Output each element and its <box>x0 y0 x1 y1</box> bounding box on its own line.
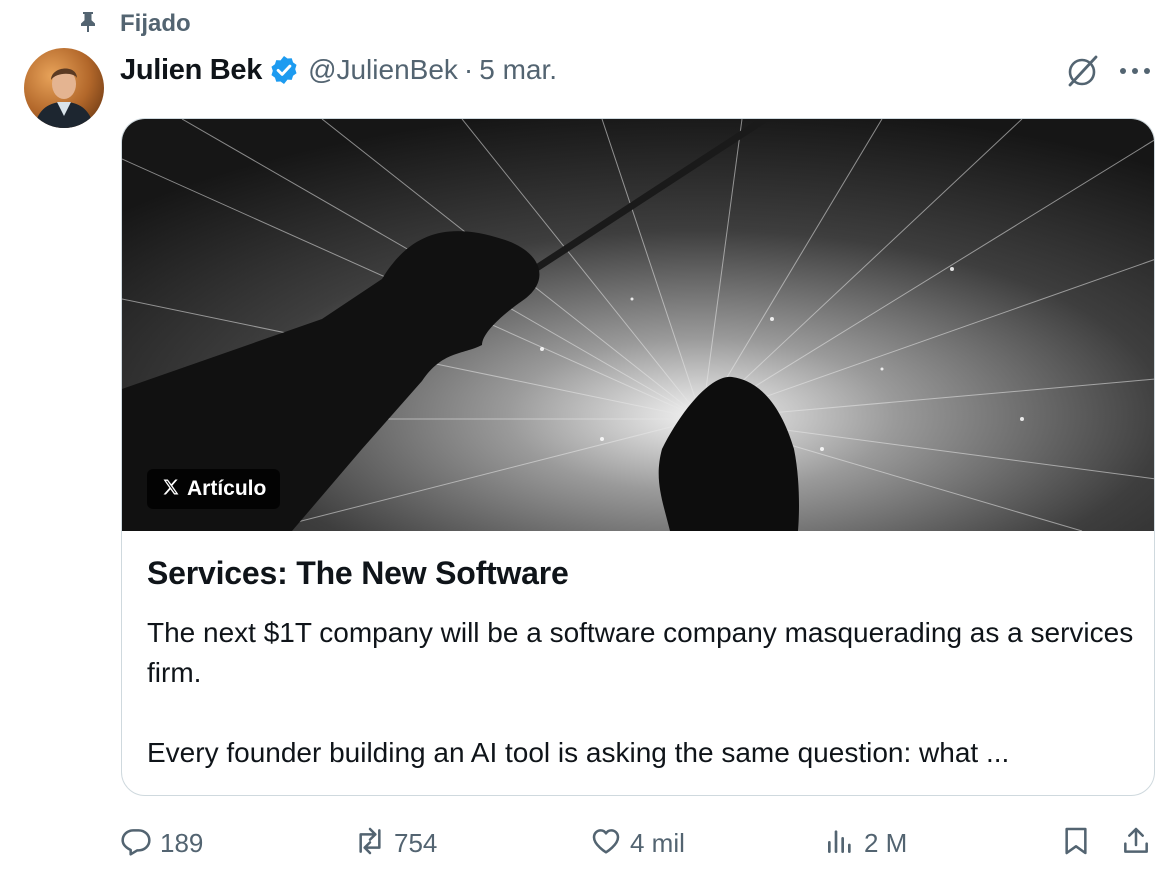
views-chart-icon <box>824 825 856 862</box>
verified-badge-icon[interactable] <box>268 54 300 86</box>
like-count: 4 mil <box>630 827 685 858</box>
article-badge: Artículo <box>147 469 281 509</box>
repost-button[interactable]: 754 <box>354 820 437 866</box>
reply-icon <box>120 825 152 862</box>
tweet-header: Julien Bek @JulienBek · 5 mar. <box>120 50 557 90</box>
share-icon <box>1120 825 1152 862</box>
repost-count: 754 <box>394 827 438 858</box>
like-button[interactable]: 4 mil <box>590 820 685 866</box>
article-excerpt-line: Every founder building an AI tool is ask… <box>147 737 1010 768</box>
article-excerpt-line: The next $1T company will be a software … <box>147 617 1134 688</box>
pinned-label: Fijado <box>120 10 191 37</box>
bookmark-button[interactable] <box>1060 820 1092 866</box>
tweet-action-bar: 189 754 4 mil 2 M <box>0 820 1172 866</box>
article-excerpt: The next $1T company will be a software … <box>147 613 1137 773</box>
views-count: 2 M <box>864 827 908 858</box>
bookmark-icon <box>1060 825 1092 862</box>
article-title[interactable]: Services: The New Software <box>147 555 569 592</box>
repost-icon <box>354 825 386 862</box>
pin-icon <box>76 10 100 39</box>
article-card[interactable]: Artículo Services: The New Software The … <box>121 118 1155 796</box>
author-display-name[interactable]: Julien Bek <box>120 54 262 87</box>
avatar[interactable] <box>24 48 104 128</box>
pinned-indicator <box>76 8 100 40</box>
views-button[interactable]: 2 M <box>824 820 907 866</box>
more-options-icon[interactable] <box>1118 56 1152 86</box>
article-badge-label: Artículo <box>187 477 267 500</box>
x-logo-icon <box>161 477 187 502</box>
author-handle[interactable]: @JulienBek <box>308 54 458 86</box>
reply-count: 189 <box>160 827 204 858</box>
tweet-timestamp[interactable]: 5 mar. <box>479 54 557 86</box>
reply-button[interactable]: 189 <box>120 820 203 866</box>
share-button[interactable] <box>1120 820 1152 866</box>
grok-icon[interactable] <box>1064 52 1102 90</box>
separator-dot: · <box>463 54 474 85</box>
heart-icon <box>590 825 622 862</box>
